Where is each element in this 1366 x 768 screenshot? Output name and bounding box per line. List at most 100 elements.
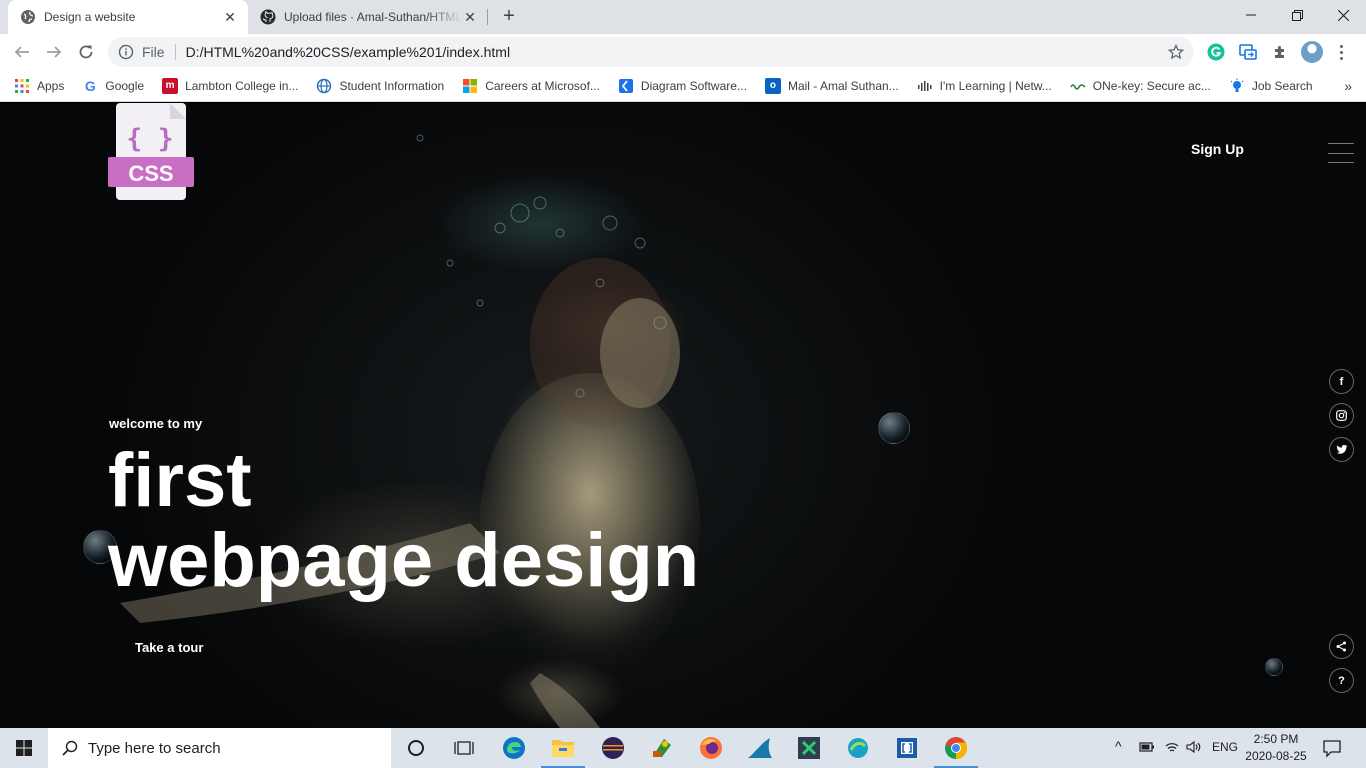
bookmark-onekey[interactable]: ONe-key: Secure ac...	[1070, 78, 1211, 94]
task-view-icon[interactable]	[450, 734, 478, 762]
cast-extension-icon[interactable]	[1238, 42, 1258, 62]
back-button[interactable]	[9, 39, 35, 65]
bubble-decoration	[878, 412, 910, 444]
edge-icon[interactable]	[500, 734, 528, 762]
clock-date: 2020-08-25	[1245, 749, 1307, 763]
reload-button[interactable]	[73, 39, 99, 65]
hero-headline: first webpage design	[108, 441, 699, 601]
microsoft-icon	[463, 78, 478, 93]
eclipse-icon[interactable]	[599, 734, 627, 762]
cortana-icon[interactable]	[402, 734, 430, 762]
start-button[interactable]	[0, 728, 48, 768]
restore-icon	[1291, 9, 1303, 21]
bookmark-star-icon[interactable]	[1168, 44, 1184, 60]
url-text[interactable]: D:/HTML%20and%20CSS/example%201/index.ht…	[186, 44, 511, 60]
extensions-puzzle-icon[interactable]	[1270, 42, 1290, 62]
profile-avatar[interactable]	[1301, 41, 1323, 63]
tab-title: Design a website	[44, 10, 136, 24]
back-arrow-icon	[14, 46, 29, 58]
hamburger-menu-icon[interactable]	[1328, 143, 1354, 163]
more-bookmarks-button[interactable]: »	[1344, 78, 1352, 94]
tab-upload-files[interactable]: Upload files · Amal-Suthan/HTML ✕	[248, 0, 488, 34]
bubble-decoration	[1265, 658, 1283, 676]
headline-line-2: webpage design	[108, 518, 700, 603]
sign-up-link[interactable]: Sign Up	[1191, 141, 1244, 157]
info-icon[interactable]	[118, 44, 134, 60]
close-icon	[1337, 9, 1349, 21]
taskbar-search-box[interactable]: Type here to search	[48, 728, 391, 768]
show-hidden-icons-chevron-icon[interactable]: ^	[1115, 738, 1122, 754]
onekey-icon	[1070, 83, 1086, 90]
bookmark-careers-microsoft[interactable]: Careers at Microsof...	[462, 78, 600, 94]
take-a-tour-button[interactable]: Take a tour	[135, 640, 203, 655]
new-tab-button[interactable]: +	[498, 6, 520, 28]
wireshark-icon[interactable]	[746, 734, 774, 762]
reload-icon	[79, 45, 93, 59]
bookmark-apps[interactable]: Apps	[14, 78, 64, 94]
bracket-app-icon[interactable]	[893, 734, 921, 762]
bookmark-label: Student Information	[339, 78, 445, 93]
file-explorer-icon[interactable]	[541, 734, 585, 768]
terminal-app-icon[interactable]	[795, 734, 823, 762]
firefox-icon[interactable]	[697, 734, 725, 762]
instagram-glyph	[1336, 410, 1347, 421]
svg-text:CSS: CSS	[128, 161, 173, 186]
bookmark-label: ONe-key: Secure ac...	[1092, 78, 1211, 93]
tab-separator	[487, 9, 488, 25]
bookmark-diagram-software[interactable]: Diagram Software...	[618, 78, 747, 94]
battery-icon[interactable]	[1139, 740, 1155, 754]
headline-line-1: first	[108, 438, 252, 523]
restore-button[interactable]	[1274, 0, 1320, 30]
browser-window: Design a website ✕ Upload files · Amal-S…	[0, 0, 1366, 768]
bookmark-job-search[interactable]: Job Search	[1229, 78, 1313, 94]
close-tab-icon[interactable]: ✕	[462, 9, 478, 25]
bookmark-netacad[interactable]: I'm Learning | Netw...	[917, 78, 1052, 94]
address-bar[interactable]: File D:/HTML%20and%20CSS/example%201/ind…	[108, 37, 1194, 67]
minimize-icon	[1246, 14, 1256, 16]
bookmark-label: Job Search	[1251, 78, 1313, 93]
volume-icon[interactable]	[1186, 740, 1202, 754]
minimize-button[interactable]	[1228, 0, 1274, 30]
bookmarks-bar: Apps G Google m Lambton College in... St…	[0, 70, 1366, 102]
browser-menu-icon[interactable]	[1336, 42, 1346, 62]
bookmark-lambton[interactable]: m Lambton College in...	[162, 77, 299, 94]
url-scheme-label: File	[142, 44, 165, 60]
facebook-icon[interactable]: f	[1329, 369, 1354, 394]
bookmark-label: Diagram Software...	[640, 78, 747, 93]
tab-design-a-website[interactable]: Design a website ✕	[8, 0, 248, 34]
css-logo[interactable]: { } CSS	[108, 103, 196, 201]
bookmark-label: Lambton College in...	[185, 78, 299, 93]
search-icon	[62, 740, 78, 756]
bookmark-google[interactable]: G Google	[82, 78, 144, 94]
search-placeholder: Type here to search	[88, 739, 221, 757]
url-separator	[174, 44, 176, 60]
bookmark-label: Careers at Microsof...	[485, 78, 600, 93]
wifi-icon[interactable]	[1164, 740, 1180, 754]
forward-arrow-icon	[47, 46, 62, 58]
bookmark-label: I'm Learning | Netw...	[939, 78, 1052, 93]
bookmark-student-information[interactable]: Student Information	[316, 78, 444, 94]
system-clock[interactable]: 2:50 PM 2020-08-25	[1244, 731, 1308, 765]
google-icon: G	[84, 77, 96, 94]
bookmark-label: Google	[105, 78, 145, 93]
close-window-button[interactable]	[1320, 0, 1366, 30]
help-icon[interactable]: ?	[1329, 668, 1354, 693]
welcome-subtitle: welcome to my	[109, 416, 203, 431]
close-tab-icon[interactable]: ✕	[222, 9, 238, 25]
language-indicator[interactable]: ENG	[1212, 740, 1238, 754]
windows-taskbar: Type here to search ^ ENG 2:50 PM 2020-0…	[0, 728, 1366, 768]
outlook-icon: o	[764, 77, 781, 94]
share-icon[interactable]	[1329, 634, 1354, 659]
chrome-icon[interactable]	[934, 734, 978, 768]
twitter-icon[interactable]	[1329, 437, 1354, 462]
app-launcher-icon[interactable]	[648, 734, 676, 762]
action-center-icon[interactable]	[1322, 738, 1342, 758]
bulb-icon	[1230, 78, 1244, 92]
grammarly-extension-icon[interactable]	[1206, 42, 1226, 62]
cisco-packet-tracer-icon[interactable]	[844, 734, 872, 762]
bookmark-label: Mail - Amal Suthan...	[787, 78, 899, 93]
bookmark-mail[interactable]: o Mail - Amal Suthan...	[764, 77, 899, 94]
forward-button[interactable]	[41, 39, 67, 65]
clock-time: 2:50 PM	[1253, 732, 1299, 746]
instagram-icon[interactable]	[1329, 403, 1354, 428]
